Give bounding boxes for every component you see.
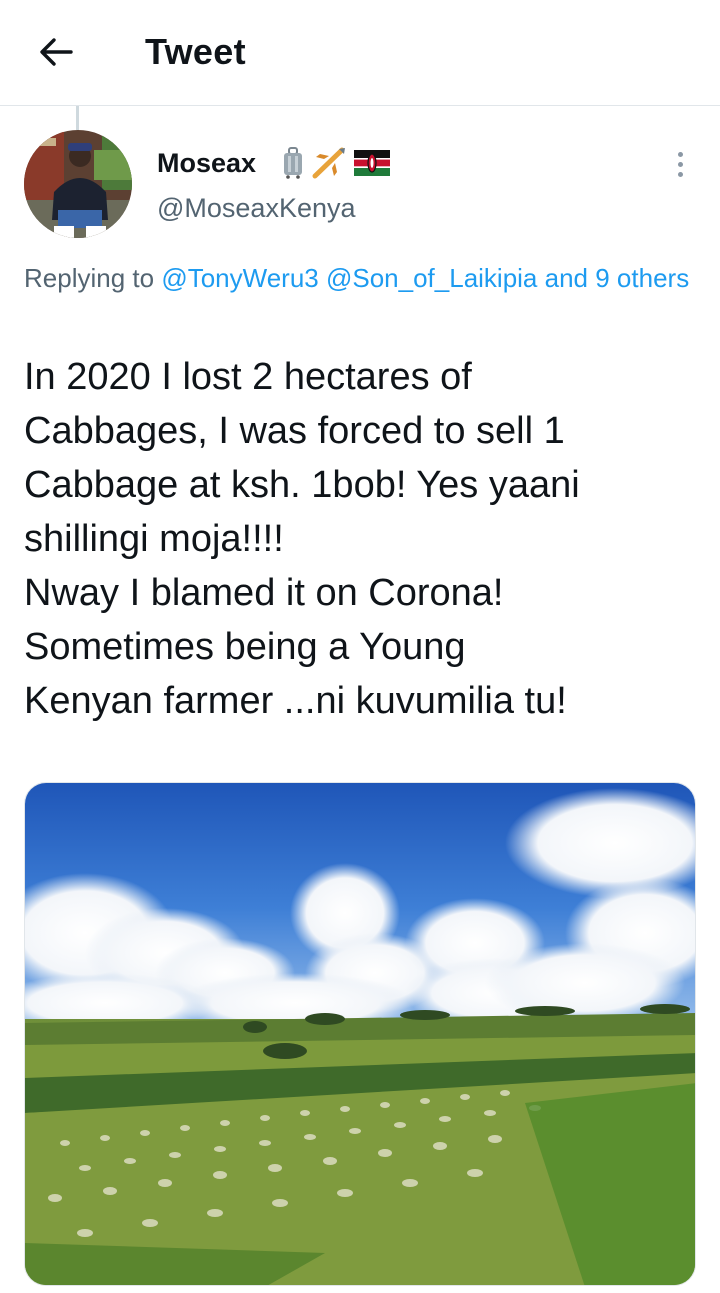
more-dot-icon (677, 161, 683, 167)
more-dot-icon (677, 151, 683, 157)
back-button[interactable] (32, 30, 80, 74)
author-handle: @MoseaxKenya (157, 193, 356, 223)
tweet-text-line: In 2020 I lost 2 hectares of (24, 356, 472, 398)
mention-link[interactable]: @TonyWeru3 (161, 263, 318, 293)
tweet-detail-screen: Tweet Moseax @MoseaxKenya Replying to @T… (0, 0, 720, 1293)
tweet-text-line: Sometimes being a Young (24, 626, 466, 668)
name-emojis (282, 147, 390, 179)
tweet-text-line: Kenyan farmer ...ni kuvumilia tu! (24, 680, 567, 722)
airplane-emoji (312, 147, 345, 179)
author-display-name[interactable]: Moseax (157, 145, 256, 181)
more-options-button[interactable] (664, 146, 696, 182)
more-dot-icon (677, 171, 683, 177)
tweet-photo[interactable] (24, 782, 696, 1286)
page-title: Tweet (145, 31, 246, 72)
thread-connector-line (76, 106, 79, 130)
tweet-text-line: Nway I blamed it on Corona! (24, 572, 504, 614)
top-app-bar: Tweet (0, 0, 720, 106)
suitcase-emoji (284, 147, 302, 179)
replying-to: Replying to @TonyWeru3 @Son_of_Laikipia … (24, 258, 694, 298)
arrow-left-icon (40, 38, 73, 66)
mention-link[interactable]: @Son_of_Laikipia (326, 263, 537, 293)
tweet-text: In 2020 I lost 2 hectares of Cabbages, I… (24, 350, 704, 728)
others-link[interactable]: and 9 others (545, 263, 690, 293)
kenya-flag-emoji (354, 150, 390, 176)
replying-to-label: Replying to (24, 263, 155, 293)
tweet-text-line: Cabbages, I was forced to sell 1 (24, 410, 565, 452)
avatar[interactable] (24, 130, 132, 238)
tweet-text-line: Cabbage at ksh. 1bob! Yes yaani (24, 464, 580, 506)
tweet-text-line: shillingi moja!!!! (24, 518, 284, 560)
